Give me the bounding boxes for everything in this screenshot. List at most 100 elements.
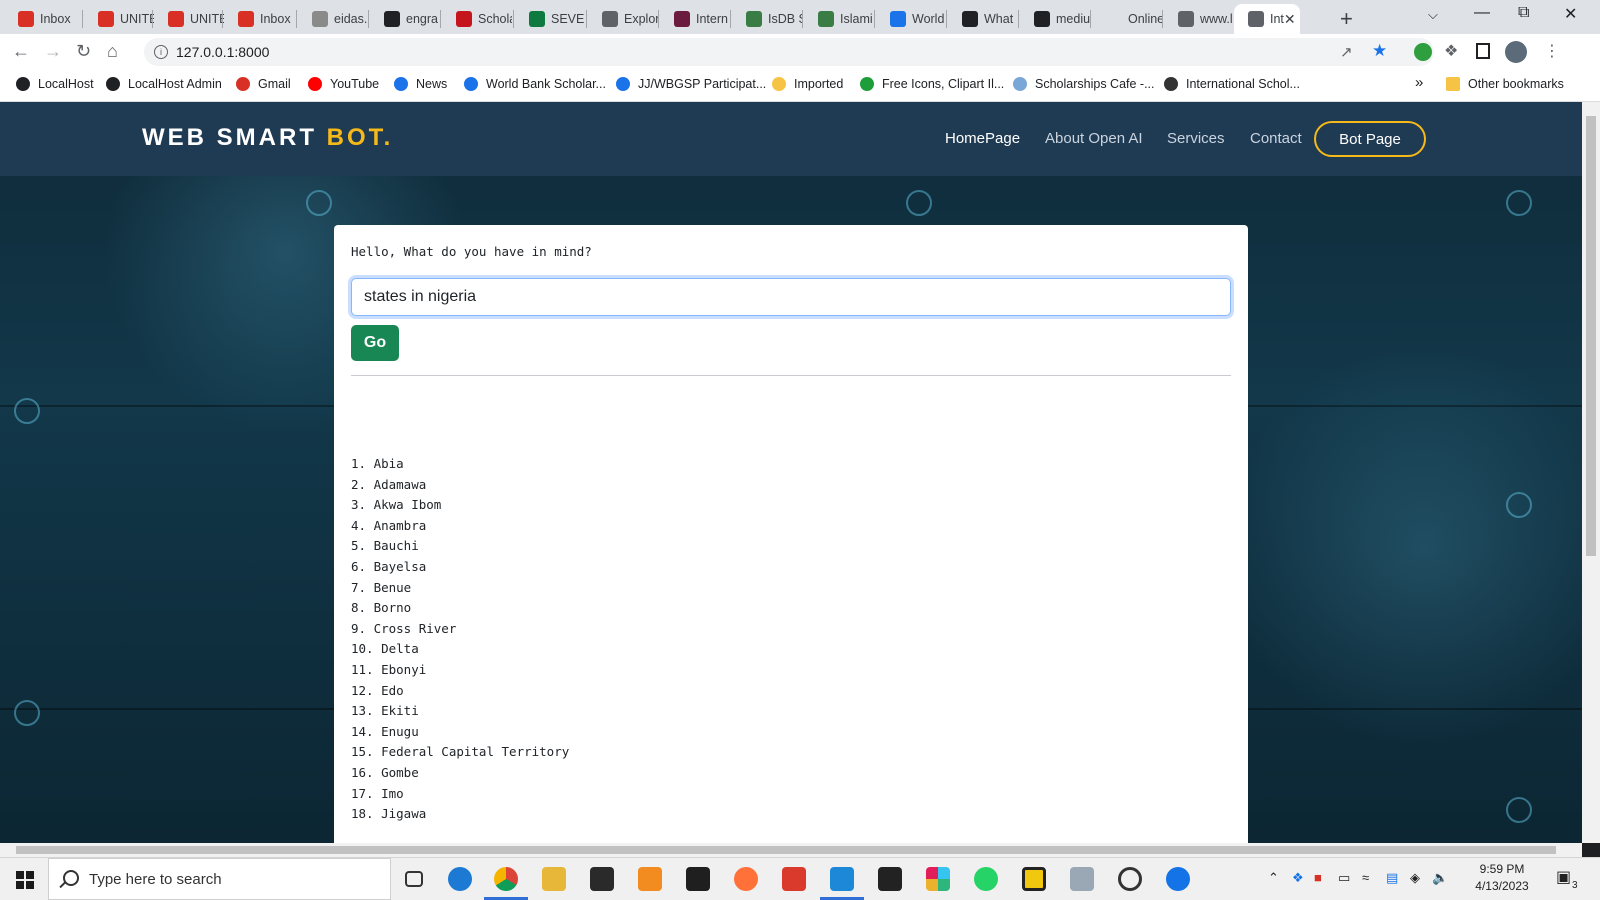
browser-tab[interactable]: Int ✕ xyxy=(1234,4,1300,34)
microsoft-store-icon[interactable] xyxy=(590,867,614,891)
network-icon[interactable]: ▤ xyxy=(1386,870,1398,886)
tab-title: Inbox xyxy=(40,12,71,26)
bookmark-item[interactable]: Imported xyxy=(772,77,843,91)
horizontal-scroll-thumb[interactable] xyxy=(16,846,1556,854)
home-icon[interactable]: ⌂ xyxy=(107,41,118,62)
taskbar-search[interactable]: Type here to search xyxy=(48,858,391,900)
bot-page-button[interactable]: Bot Page xyxy=(1314,121,1426,157)
browser-tab[interactable]: engra xyxy=(370,4,440,34)
back-icon[interactable]: ← xyxy=(12,41,30,62)
whatsapp-icon[interactable] xyxy=(974,867,998,891)
minimize-icon[interactable]: — xyxy=(1474,4,1490,22)
new-tab-button[interactable]: + xyxy=(1340,6,1353,32)
other-bookmarks-label: Other bookmarks xyxy=(1468,77,1564,91)
horizontal-scrollbar[interactable] xyxy=(0,843,1582,857)
side-panel-icon[interactable] xyxy=(1476,43,1490,59)
tab-title: SEVE ( xyxy=(551,12,585,26)
more-menu-icon[interactable]: ⋮ xyxy=(1544,41,1560,61)
browser-tab[interactable]: IsDB S xyxy=(732,4,802,34)
browser-tab[interactable]: Islami xyxy=(804,4,874,34)
extensions-puzzle-icon[interactable]: ❖ xyxy=(1444,41,1458,61)
slack-icon[interactable] xyxy=(926,867,950,891)
tray-overflow-icon[interactable]: ⌃ xyxy=(1268,870,1279,886)
security-app-icon[interactable]: ■ xyxy=(1314,870,1322,885)
bookmark-item[interactable]: Free Icons, Clipart Il... xyxy=(860,77,1004,91)
browser-tab[interactable]: World xyxy=(876,4,946,34)
system-clock[interactable]: 9:59 PM 4/13/2023 xyxy=(1452,861,1552,895)
nav-about-open-ai[interactable]: About Open AI xyxy=(1045,130,1143,147)
task-view-icon[interactable] xyxy=(405,871,423,887)
pycharm-icon[interactable] xyxy=(686,867,710,891)
extension-download-icon[interactable] xyxy=(1414,43,1432,61)
bookmark-item[interactable]: World Bank Scholar... xyxy=(464,77,606,91)
bookmark-item[interactable]: Scholarships Cafe -... xyxy=(1013,77,1155,91)
vscode-icon[interactable] xyxy=(820,867,864,900)
browser-tab[interactable]: Online xyxy=(1092,4,1162,34)
tab-separator xyxy=(874,10,875,28)
nav-services[interactable]: Services xyxy=(1167,130,1225,147)
bookmark-label: International Schol... xyxy=(1186,77,1300,91)
todoist-icon[interactable] xyxy=(782,867,806,891)
browser-tab[interactable]: Inbox xyxy=(4,4,74,34)
address-bar[interactable]: i 127.0.0.1:8000 xyxy=(144,38,1434,66)
browser-tab[interactable]: Inbox xyxy=(224,4,294,34)
bookmark-item[interactable]: International Schol... xyxy=(1164,77,1300,91)
bookmark-item[interactable]: LocalHost Admin xyxy=(106,77,222,91)
browser-tab[interactable]: SEVE ( xyxy=(515,4,585,34)
browser-tab[interactable]: www.l xyxy=(1164,4,1234,34)
browser-tab[interactable]: What xyxy=(948,4,1018,34)
sublime-text-icon[interactable] xyxy=(638,867,662,891)
reload-icon[interactable]: ↻ xyxy=(76,41,91,62)
battery-icon[interactable]: ▭ xyxy=(1338,870,1350,886)
bookmark-item[interactable]: YouTube xyxy=(308,77,379,91)
power-bi-icon[interactable] xyxy=(1022,867,1046,891)
site-logo[interactable]: WEB SMART BOT. xyxy=(142,124,393,152)
tab-search-icon[interactable]: ⌵ xyxy=(1428,7,1438,23)
browser-tab[interactable]: Explor xyxy=(588,4,658,34)
mail-icon[interactable] xyxy=(878,867,902,891)
close-tab-icon[interactable]: ✕ xyxy=(1284,11,1296,28)
tab-separator xyxy=(296,10,297,28)
edge-icon[interactable] xyxy=(448,867,472,891)
bookmark-star-icon[interactable]: ★ xyxy=(1372,41,1387,61)
tab-separator xyxy=(802,10,803,28)
nav-homepage[interactable]: HomePage xyxy=(945,130,1020,147)
image-viewer-icon[interactable] xyxy=(1070,867,1094,891)
bookmark-item[interactable]: News xyxy=(394,77,447,91)
nav-contact[interactable]: Contact xyxy=(1250,130,1302,147)
go-button[interactable]: Go xyxy=(351,325,399,361)
browser-tab[interactable]: Intern xyxy=(660,4,730,34)
browser-tab[interactable]: UNITE xyxy=(84,4,154,34)
browser-tab[interactable]: Schola xyxy=(442,4,512,34)
window-close-icon[interactable]: ✕ xyxy=(1564,4,1577,24)
vertical-scrollbar[interactable] xyxy=(1582,102,1600,843)
profile-avatar-icon[interactable] xyxy=(1505,41,1527,63)
bookmark-item[interactable]: Gmail xyxy=(236,77,291,91)
forward-icon[interactable]: → xyxy=(44,41,62,62)
vertical-scroll-thumb[interactable] xyxy=(1586,116,1596,556)
defender-icon[interactable]: ◈ xyxy=(1410,870,1420,886)
windows-start-icon[interactable] xyxy=(16,871,34,889)
site-info-icon[interactable]: i xyxy=(154,45,168,59)
globe-icon xyxy=(1248,11,1264,27)
browser-tab[interactable]: eidas. xyxy=(298,4,368,34)
other-bookmarks[interactable]: Other bookmarks xyxy=(1446,77,1564,91)
share-icon[interactable]: ↗ xyxy=(1340,43,1353,61)
obs-icon[interactable] xyxy=(1118,867,1142,891)
volume-icon[interactable]: 🔈 xyxy=(1432,870,1448,886)
maximize-icon[interactable]: ⧉ xyxy=(1518,4,1529,22)
chrome-icon[interactable] xyxy=(484,867,528,900)
browser-tab[interactable]: UNITE xyxy=(154,4,224,34)
firefox-icon[interactable] xyxy=(734,867,758,891)
browser-tab[interactable]: mediu xyxy=(1020,4,1090,34)
wifi-icon[interactable]: ≈ xyxy=(1362,870,1369,885)
notification-icon[interactable]: ▣ xyxy=(1556,867,1571,887)
bookmark-item[interactable]: LocalHost xyxy=(16,77,94,91)
query-input[interactable] xyxy=(351,278,1231,316)
bookmarks-overflow-icon[interactable]: » xyxy=(1415,74,1423,91)
bluetooth-icon[interactable]: ❖ xyxy=(1292,870,1304,886)
result-item: 14. Enugu xyxy=(351,723,419,739)
bookmark-item[interactable]: JJ/WBGSP Participat... xyxy=(616,77,766,91)
bluetooth-app-icon[interactable] xyxy=(1166,867,1190,891)
file-explorer-icon[interactable] xyxy=(542,867,566,891)
